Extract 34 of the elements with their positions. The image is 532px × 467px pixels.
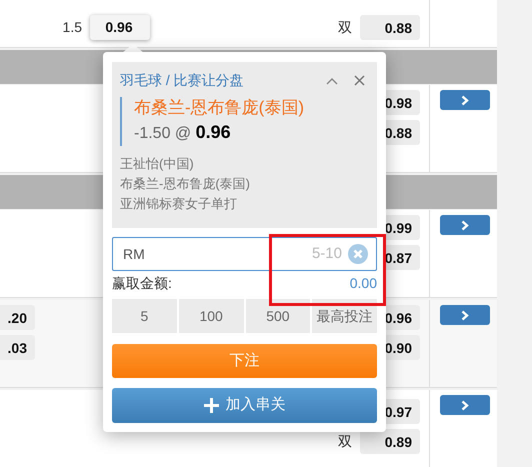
more-button[interactable]	[440, 305, 490, 325]
chevron-right-icon	[461, 220, 469, 230]
payout-label: 赢取金额:	[112, 274, 172, 293]
stake-field[interactable]: RM 5-10	[112, 237, 377, 271]
odds-button[interactable]: 0.89	[360, 429, 420, 454]
more-button[interactable]	[440, 395, 490, 415]
chevron-right-icon	[461, 400, 469, 410]
chevron-right-icon	[461, 310, 469, 320]
match-detail: 王祉怡(中国)	[120, 155, 195, 174]
market-breadcrumb: 羽毛球 / 比赛让分盘	[120, 71, 244, 90]
outcome-label: 双	[338, 18, 353, 37]
odds-button[interactable]: .03	[0, 335, 35, 360]
payout-value: 0.00	[350, 274, 377, 293]
match-detail: 布桑兰-恩布鲁庞(泰国)	[120, 175, 251, 194]
odds-button[interactable]: .20	[0, 305, 35, 330]
quick-stake-button[interactable]: 500	[246, 299, 310, 333]
outcome-label: 双	[338, 432, 353, 451]
odds-button[interactable]: 0.88	[360, 15, 420, 40]
more-button[interactable]	[440, 90, 490, 110]
close-icon[interactable]	[354, 75, 365, 86]
quick-stake-button[interactable]: 5	[112, 299, 177, 333]
match-detail: 亚洲锦标赛女子单打	[120, 195, 238, 214]
collapse-icon[interactable]	[326, 76, 338, 84]
plus-icon	[204, 398, 218, 413]
selection-odds: -1.50 @ 0.96	[134, 121, 232, 144]
handicap-label: 1.5	[62, 18, 83, 37]
currency-label: RM	[123, 244, 145, 264]
quick-stake-button[interactable]: 最高投注	[312, 299, 377, 333]
more-button[interactable]	[440, 215, 490, 235]
quick-stake-button[interactable]: 100	[178, 299, 244, 333]
chevron-right-icon	[461, 94, 469, 106]
selection-name: 布桑兰-恩布鲁庞(泰国)	[134, 97, 305, 119]
odds-button[interactable]: 0.96	[90, 15, 150, 40]
add-parlay-button[interactable]: 加入串关	[112, 388, 377, 423]
